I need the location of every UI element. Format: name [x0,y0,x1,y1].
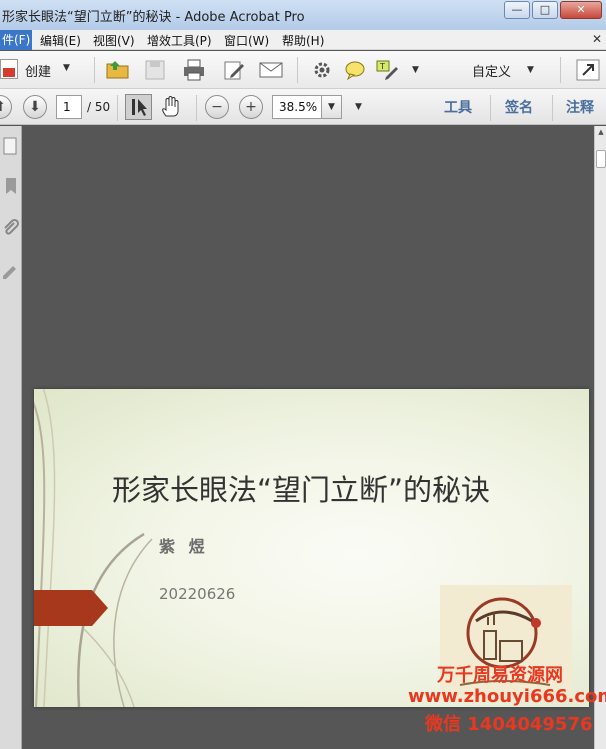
toolbar-divider [552,95,553,121]
page-thumbnails-icon[interactable] [0,136,20,156]
signatures-icon[interactable] [0,260,20,280]
email-icon[interactable] [258,57,284,83]
arrow-shape [34,590,108,626]
window-controls: — □ ✕ [504,1,602,19]
page-total: / 50 [87,100,111,114]
customize-dropdown[interactable]: 自定义 [472,61,511,80]
hand-tool-button[interactable] [158,94,185,120]
slide-date: 20220626 [159,585,236,603]
attachments-icon[interactable] [0,218,20,238]
slide-title: 形家长眼法“望门立断”的秘诀 [112,473,491,507]
menu-file[interactable]: 件(F) [0,30,33,50]
gear-icon[interactable] [309,57,335,83]
cursor-icon [132,99,147,116]
arrow-down-icon: ⬇ [29,99,41,115]
chevron-down-icon: ▼ [328,102,335,112]
chevron-down-icon[interactable]: ▼ [355,102,362,112]
svg-text:T: T [379,62,385,71]
minus-icon: − [211,99,223,115]
chevron-down-icon[interactable]: ▼ [527,65,534,75]
window-title: 形家长眼法“望门立断”的秘诀 - Adobe Acrobat Pro [2,10,305,25]
watermark-url: www.zhouyi666.com [408,686,606,707]
tools-pane-button[interactable]: 工具 [444,97,472,117]
sign-pane-button[interactable]: 签名 [505,97,533,117]
comment-pane-button[interactable]: 注释 [566,97,594,117]
menu-view[interactable]: 视图(V) [91,32,137,49]
next-page-button[interactable]: ⬇ [23,95,47,119]
title-bar: 形家长眼法“望门立断”的秘诀 - Adobe Acrobat Pro — □ ✕ [0,0,606,30]
expand-icon[interactable] [575,57,601,83]
create-icon [0,59,18,79]
create-button[interactable]: 创建 ▼ [0,57,80,83]
vertical-scrollbar[interactable]: ▲ [594,126,606,749]
menu-bar: 件(F) 编辑(E) 视图(V) 增效工具(P) 窗口(W) 帮助(H) ✕ [0,30,606,50]
watermark-wechat: 微信 1404049576 [425,714,593,735]
scroll-up-icon[interactable]: ▲ [596,128,606,138]
navigation-toolbar: ⬆ ⬇ 1 / 50 − + 38.5% ▼ ▼ 工具 签名 注释 [0,89,606,125]
previous-page-button[interactable]: ⬆ [0,95,12,119]
main-toolbar: 创建 ▼ T ▼ 自定义 ▼ [0,51,606,89]
arrow-up-icon: ⬆ [0,99,6,115]
pdf-page: 形家长眼法“望门立断”的秘诀 紫 煜 20220626 [34,389,589,707]
slide-author: 紫 煜 [159,537,209,556]
select-tool-button[interactable] [125,94,152,120]
close-button[interactable]: ✕ [560,1,602,19]
page-number-input[interactable]: 1 [56,95,82,119]
document-close-icon[interactable]: ✕ [592,32,602,46]
highlight-icon[interactable]: T [374,57,400,83]
toolbar-divider [117,95,118,121]
menu-edit[interactable]: 编辑(E) [38,32,83,49]
chevron-down-icon: ▼ [63,63,70,73]
open-folder-icon[interactable] [105,57,131,83]
toolbar-divider [94,57,95,83]
zoom-out-button[interactable]: − [205,95,229,119]
create-label: 创建 [25,65,52,80]
menu-window[interactable]: 窗口(W) [222,32,271,49]
scroll-thumb[interactable] [596,150,606,168]
watermark-site-name: 万千周易资源网 [437,665,563,686]
toolbar-divider [560,57,561,83]
navigation-pane [0,126,22,749]
save-icon[interactable] [142,57,168,83]
menu-help[interactable]: 帮助(H) [280,32,326,49]
print-icon[interactable] [181,57,207,83]
edit-icon[interactable] [221,57,247,83]
comment-icon[interactable] [342,57,368,83]
menu-plugins[interactable]: 增效工具(P) [145,32,214,49]
maximize-button[interactable]: □ [532,1,558,19]
hand-icon [162,96,179,117]
zoom-dropdown[interactable]: ▼ [322,95,342,119]
toolbar-divider [196,95,197,121]
bookmarks-icon[interactable] [0,176,20,196]
plus-icon: + [245,99,257,115]
zoom-in-button[interactable]: + [239,95,263,119]
toolbar-divider [490,95,491,121]
minimize-button[interactable]: — [504,1,530,19]
chevron-down-icon[interactable]: ▼ [412,65,419,75]
toolbar-divider [297,57,298,83]
zoom-input[interactable]: 38.5% [272,95,322,119]
